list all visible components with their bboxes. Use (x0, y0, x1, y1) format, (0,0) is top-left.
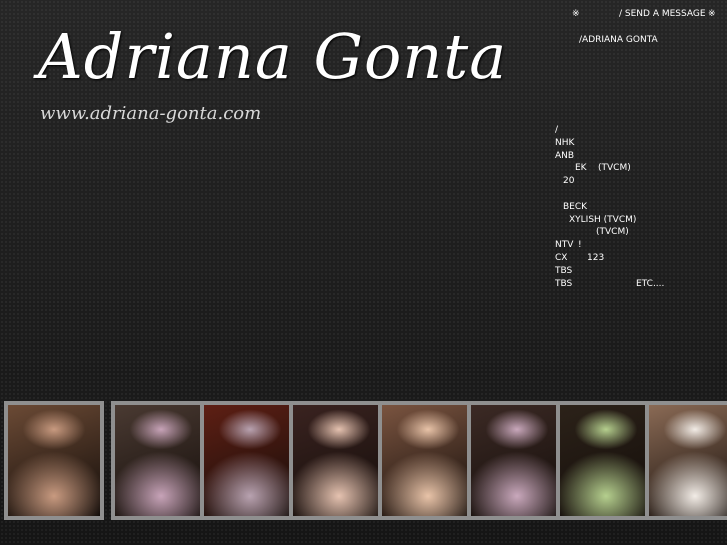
photo-statue-kiss (8, 405, 100, 516)
works-item-text: / (555, 125, 559, 135)
works-item-text: NTV (555, 240, 574, 251)
works-item-text: 20 (563, 176, 575, 187)
works-item-text: NHK (555, 137, 575, 148)
works-item-text: 123 (587, 252, 605, 263)
photo-closeup-portrait (382, 405, 474, 516)
gallery-thumb[interactable] (111, 401, 211, 520)
profile-link[interactable]: /ADRIANA GONTA (579, 35, 658, 45)
gallery-thumb[interactable] (645, 401, 727, 520)
photo-flower-portrait (293, 405, 385, 516)
works-item-text: ! (578, 240, 582, 251)
gallery-thumb[interactable] (4, 401, 104, 520)
send-message-link[interactable]: / SEND A MESSAGE (619, 9, 706, 19)
photo-white-gown-stairs (649, 405, 727, 516)
gallery-thumb[interactable] (556, 401, 656, 520)
photo-gown-red-room (204, 405, 296, 516)
gallery-thumb[interactable] (200, 401, 300, 520)
photo-pink-gown (115, 405, 207, 516)
gallery-thumb[interactable] (289, 401, 389, 520)
works-item-text: (TVCM) (598, 163, 631, 174)
gallery-thumb[interactable] (378, 401, 478, 520)
works-item-text: CX (555, 252, 568, 263)
works-item-text: XYLISH (TVCM) (569, 214, 637, 225)
works-item-text: ETC.... (636, 278, 665, 289)
nav-mark-right: ※ (708, 9, 716, 19)
works-item-text: BECK (563, 201, 588, 212)
works-item-text: TBS (555, 265, 573, 276)
logo-title[interactable]: Adriana Gonta (38, 20, 507, 93)
gallery-thumb[interactable] (467, 401, 567, 520)
photo-green-gown (560, 405, 652, 516)
logo-url: www.adriana-gonta.com (40, 103, 262, 124)
works-item-text: (TVCM) (596, 227, 629, 238)
works-item-text: TBS (555, 278, 573, 289)
photo-pink-gown-2 (471, 405, 563, 516)
works-item-text: EK (575, 163, 587, 174)
nav-mark-left: ※ (572, 9, 580, 19)
works-item-text: ANB (555, 150, 575, 161)
